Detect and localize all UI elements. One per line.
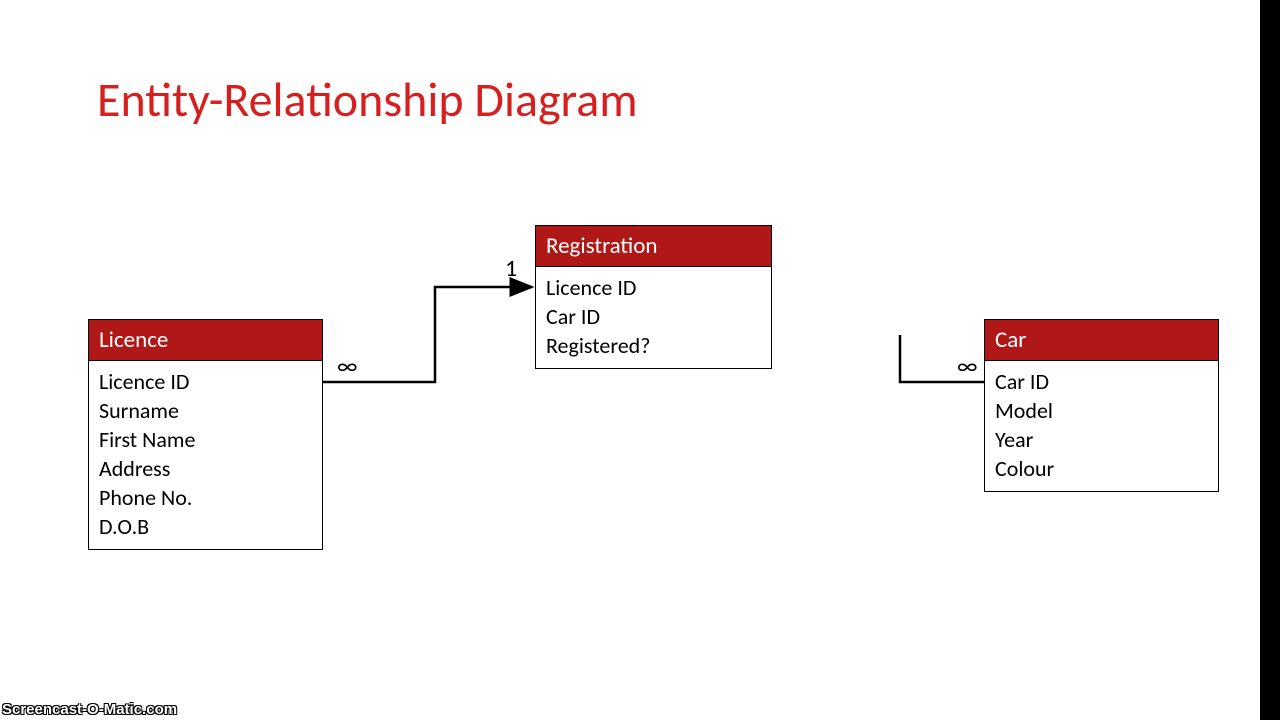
licence-attr: D.O.B	[99, 512, 312, 541]
cardinality-one-registration: 1	[505, 254, 517, 283]
car-attr: Car ID	[995, 367, 1208, 396]
licence-attr: First Name	[99, 425, 312, 454]
entity-car: Car Car ID Model Year Colour	[984, 319, 1219, 492]
entity-licence-header: Licence	[89, 320, 322, 361]
car-attr: Year	[995, 425, 1208, 454]
car-attr: Model	[995, 396, 1208, 425]
cardinality-many-car: ∞	[957, 352, 977, 381]
entity-registration-body: Licence ID Car ID Registered?	[536, 267, 771, 368]
registration-attr: Licence ID	[546, 273, 761, 302]
registration-attr: Car ID	[546, 302, 761, 331]
cardinality-many-licence: ∞	[337, 352, 357, 381]
entity-registration-header: Registration	[536, 226, 771, 267]
licence-attr: Licence ID	[99, 367, 312, 396]
licence-attr: Phone No.	[99, 483, 312, 512]
licence-attr: Address	[99, 454, 312, 483]
licence-attr: Surname	[99, 396, 312, 425]
right-black-border	[1260, 0, 1280, 720]
registration-attr: Registered?	[546, 331, 761, 360]
car-attr: Colour	[995, 454, 1208, 483]
entity-registration: Registration Licence ID Car ID Registere…	[535, 225, 772, 369]
diagram-title: Entity-Relationship Diagram	[97, 70, 638, 129]
entity-car-body: Car ID Model Year Colour	[985, 361, 1218, 491]
entity-licence: Licence Licence ID Surname First Name Ad…	[88, 319, 323, 550]
entity-licence-body: Licence ID Surname First Name Address Ph…	[89, 361, 322, 549]
entity-car-header: Car	[985, 320, 1218, 361]
watermark: Screencast-O-Matic.com	[2, 701, 177, 718]
